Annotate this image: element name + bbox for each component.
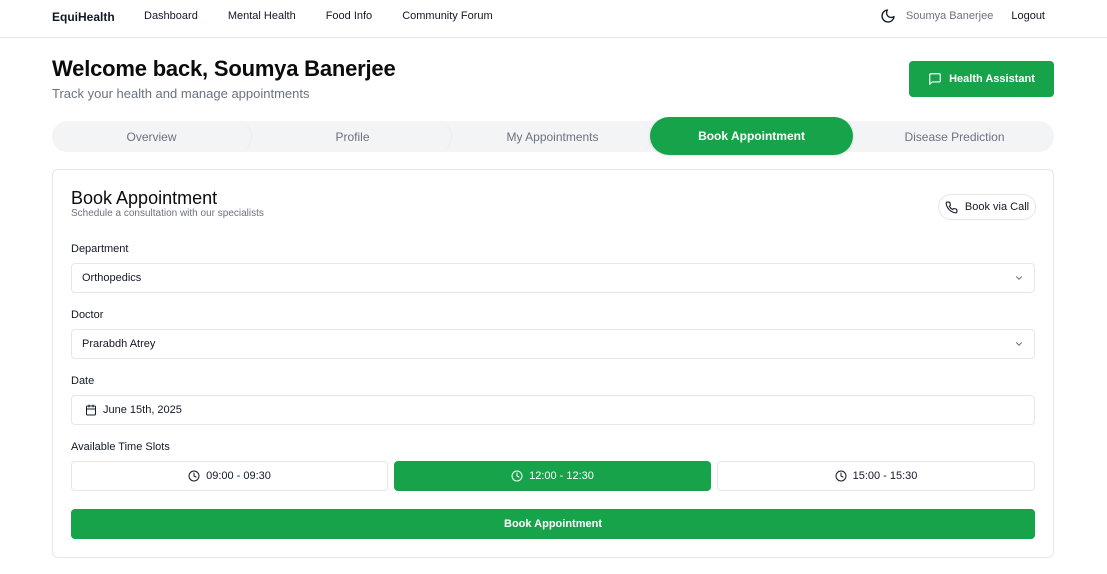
chevron-down-icon [1014,273,1024,283]
time-slot-button[interactable]: 15:00 - 15:30 [717,461,1035,491]
doctor-label: Doctor [71,309,104,321]
doctor-value: Prarabdh Atrey [82,338,156,350]
phone-icon [945,201,958,214]
date-label: Date [71,375,95,387]
logout-button[interactable]: Logout [1011,10,1045,22]
time-slot-label: 09:00 - 09:30 [206,470,271,482]
brand-logo[interactable]: EquiHealth [52,10,115,24]
department-value: Orthopedics [82,272,142,284]
health-assistant-label: Health Assistant [949,73,1035,85]
nav-right: Soumya Banerjee Logout [880,8,1045,24]
health-assistant-button[interactable]: Health Assistant [909,61,1054,97]
nav-links: Dashboard Mental Health Food Info Commun… [144,10,523,22]
clock-icon [835,470,847,482]
department-label: Department [71,243,129,255]
doctor-select[interactable]: Prarabdh Atrey [71,329,1035,359]
calendar-icon [85,404,97,416]
page-subtitle: Track your health and manage appointment… [52,86,310,101]
tab-profile[interactable]: Profile [254,121,452,152]
tab-book-appointment[interactable]: Book Appointment [650,117,853,155]
time-slots-label: Available Time Slots [71,441,170,453]
user-name: Soumya Banerjee [905,10,994,22]
time-slot-label: 12:00 - 12:30 [529,470,594,482]
date-value: June 15th, 2025 [103,404,182,416]
clock-icon [511,470,523,482]
date-picker[interactable]: June 15th, 2025 [71,395,1035,425]
book-via-call-button[interactable]: Book via Call [938,194,1036,220]
tab-disease-prediction[interactable]: Disease Prediction [855,121,1054,152]
chat-icon [928,72,942,86]
time-slot-label: 15:00 - 15:30 [852,470,918,482]
nav-link-community-forum[interactable]: Community Forum [402,10,492,22]
book-appointment-button[interactable]: Book Appointment [71,509,1035,539]
book-via-call-label: Book via Call [964,201,1030,213]
card-title: Book Appointment [71,188,218,208]
top-nav: EquiHealth Dashboard Mental Health Food … [0,0,1107,38]
page-title: Welcome back, Soumya Banerjee [52,56,396,81]
card-subtitle: Schedule a consultation with our special… [71,208,264,219]
time-slot-button[interactable]: 09:00 - 09:30 [71,461,388,491]
tab-overview[interactable]: Overview [52,121,252,152]
moon-icon[interactable] [880,8,896,24]
clock-icon [188,470,200,482]
nav-link-mental-health[interactable]: Mental Health [228,10,296,22]
tab-bar: Overview Profile My Appointments Book Ap… [52,117,1054,155]
tab-my-appointments[interactable]: My Appointments [454,121,652,152]
nav-link-dashboard[interactable]: Dashboard [144,10,198,22]
book-appointment-card: Book Appointment Schedule a consultation… [52,169,1054,558]
chevron-down-icon [1014,339,1024,349]
time-slot-button-selected[interactable]: 12:00 - 12:30 [394,461,711,491]
nav-link-food-info[interactable]: Food Info [326,10,372,22]
department-select[interactable]: Orthopedics [71,263,1035,293]
